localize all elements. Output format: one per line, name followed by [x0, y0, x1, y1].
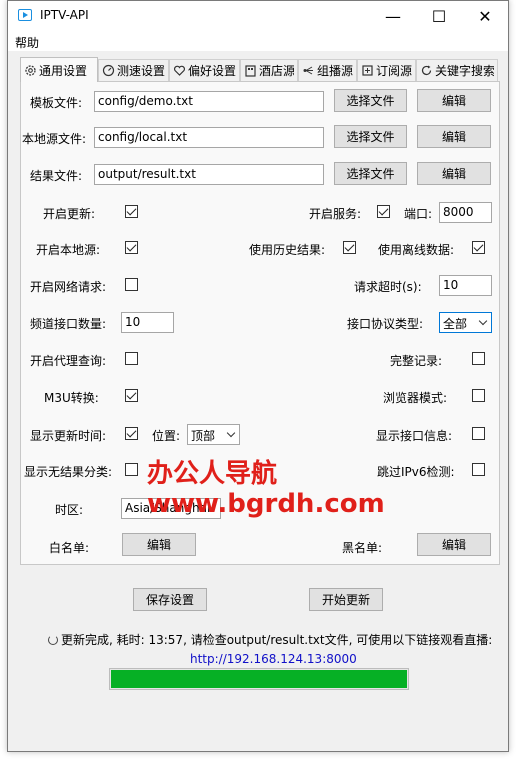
show-no-result-checkbox[interactable] [125, 463, 138, 476]
template-file-label: 模板文件: [30, 96, 83, 110]
tab-speed-test[interactable]: 测速设置 [98, 59, 169, 81]
result-file-input[interactable]: output/result.txt [94, 164, 324, 185]
subscribe-icon [361, 64, 374, 77]
port-input[interactable]: 8000 [439, 202, 492, 223]
tab-preferences[interactable]: 偏好设置 [169, 59, 240, 81]
whitelist-label: 白名单: [49, 541, 90, 555]
browser-mode-checkbox[interactable] [472, 389, 485, 402]
local-choose-button[interactable]: 选择文件 [334, 125, 407, 148]
tab-general[interactable]: 通用设置 [20, 57, 98, 82]
watermark-text-line1: 办公人导航 [147, 459, 278, 489]
protocol-select-value: 全部 [443, 317, 468, 331]
protocol-select[interactable]: 全部 [439, 312, 492, 333]
local-file-input[interactable]: config/local.txt [94, 127, 324, 148]
use-offline-label: 使用离线数据: [378, 243, 455, 257]
open-local-label: 开启本地源: [36, 243, 101, 257]
blacklist-edit-button[interactable]: 编辑 [417, 533, 491, 556]
position-select-value: 顶部 [191, 429, 216, 443]
tab-keyword-search[interactable]: 关键字搜索 [416, 59, 498, 81]
open-proxy-label: 开启代理查询: [30, 354, 107, 368]
app-logo-icon [18, 9, 32, 21]
browser-mode-label: 浏览器模式: [383, 391, 448, 405]
show-no-result-label: 显示无结果分类: [24, 465, 113, 479]
blacklist-label: 黑名单: [342, 541, 383, 555]
maximize-button[interactable]: ☐ [416, 1, 462, 31]
menu-help[interactable]: 帮助 [15, 34, 39, 51]
open-request-checkbox[interactable] [125, 278, 138, 291]
open-service-checkbox[interactable] [377, 205, 390, 218]
position-label: 位置: [152, 429, 181, 443]
channel-count-label: 频道接口数量: [30, 317, 107, 331]
multicast-icon [302, 64, 315, 77]
protocol-label: 接口协议类型: [347, 317, 424, 331]
title-bar: IPTV-API — ☐ ✕ [8, 1, 508, 31]
result-choose-button[interactable]: 选择文件 [334, 162, 407, 185]
use-history-checkbox[interactable] [343, 241, 356, 254]
show-source-info-label: 显示接口信息: [376, 429, 453, 443]
tab-bar: 通用设置 测速设置 偏好设置 酒店源 组播源 订阅源 关键字搜索 [20, 57, 498, 82]
template-choose-button[interactable]: 选择文件 [334, 89, 407, 112]
open-update-checkbox[interactable] [125, 205, 138, 218]
start-update-button[interactable]: 开始更新 [309, 588, 383, 611]
m3u-checkbox[interactable] [125, 389, 138, 402]
timeout-input[interactable]: 10 [439, 275, 492, 296]
show-update-time-label: 显示更新时间: [30, 429, 107, 443]
status-message: 更新完成, 耗时: 13:57, 请检查output/result.txt文件,… [48, 631, 492, 648]
live-url-link[interactable]: http://192.168.124.13:8000 [190, 652, 357, 666]
app-window: IPTV-API — ☐ ✕ 帮助 通用设置 测速设置 偏好设置 酒店源 组播源… [7, 0, 509, 752]
watermark-text-line2: www.bgrdh.com [147, 489, 385, 519]
save-settings-button[interactable]: 保存设置 [133, 588, 207, 611]
result-edit-button[interactable]: 编辑 [417, 162, 491, 185]
tab-hotel[interactable]: 酒店源 [240, 59, 298, 81]
update-progress-bar [109, 668, 409, 690]
skip-ipv6-label: 跳过IPv6检测: [377, 465, 455, 479]
open-service-label: 开启服务: [309, 207, 362, 221]
open-update-label: 开启更新: [43, 207, 96, 221]
chevron-down-icon [226, 428, 236, 438]
menu-bar: 帮助 [8, 31, 508, 51]
close-button[interactable]: ✕ [462, 1, 508, 31]
tab-multicast[interactable]: 组播源 [298, 59, 357, 81]
full-record-label: 完整记录: [390, 354, 443, 368]
open-proxy-checkbox[interactable] [125, 352, 138, 365]
general-settings-panel: 模板文件: config/demo.txt 选择文件 编辑 本地源文件: con… [20, 81, 500, 565]
template-edit-button[interactable]: 编辑 [417, 89, 491, 112]
channel-count-input[interactable]: 10 [121, 312, 174, 333]
result-file-label: 结果文件: [30, 169, 83, 183]
speedometer-icon [102, 64, 115, 77]
window-title: IPTV-API [40, 8, 89, 22]
refresh-icon [48, 635, 58, 645]
use-offline-checkbox[interactable] [472, 241, 485, 254]
local-file-label: 本地源文件: [22, 132, 87, 146]
position-select[interactable]: 顶部 [187, 424, 240, 445]
open-request-label: 开启网络请求: [30, 280, 107, 294]
hotel-icon [244, 64, 257, 77]
status-text: 更新完成, 耗时: 13:57, 请检查output/result.txt文件,… [61, 633, 493, 647]
template-file-input[interactable]: config/demo.txt [94, 91, 324, 112]
minimize-button[interactable]: — [370, 1, 416, 31]
open-local-checkbox[interactable] [125, 241, 138, 254]
show-source-info-checkbox[interactable] [472, 427, 485, 440]
refresh-search-icon [420, 64, 433, 77]
skip-ipv6-checkbox[interactable] [472, 463, 485, 476]
port-label: 端口: [404, 207, 433, 221]
whitelist-edit-button[interactable]: 编辑 [122, 533, 196, 556]
timezone-label: 时区: [55, 503, 84, 517]
tab-subscribe[interactable]: 订阅源 [357, 59, 416, 81]
local-edit-button[interactable]: 编辑 [417, 125, 491, 148]
full-record-checkbox[interactable] [472, 352, 485, 365]
chevron-down-icon [478, 316, 488, 326]
timeout-label: 请求超时(s): [354, 280, 422, 294]
progress-fill [111, 670, 407, 688]
heart-icon [173, 64, 186, 77]
use-history-label: 使用历史结果: [249, 243, 326, 257]
show-update-time-checkbox[interactable] [125, 427, 138, 440]
gear-icon [24, 64, 37, 77]
m3u-label: M3U转换: [44, 391, 99, 405]
